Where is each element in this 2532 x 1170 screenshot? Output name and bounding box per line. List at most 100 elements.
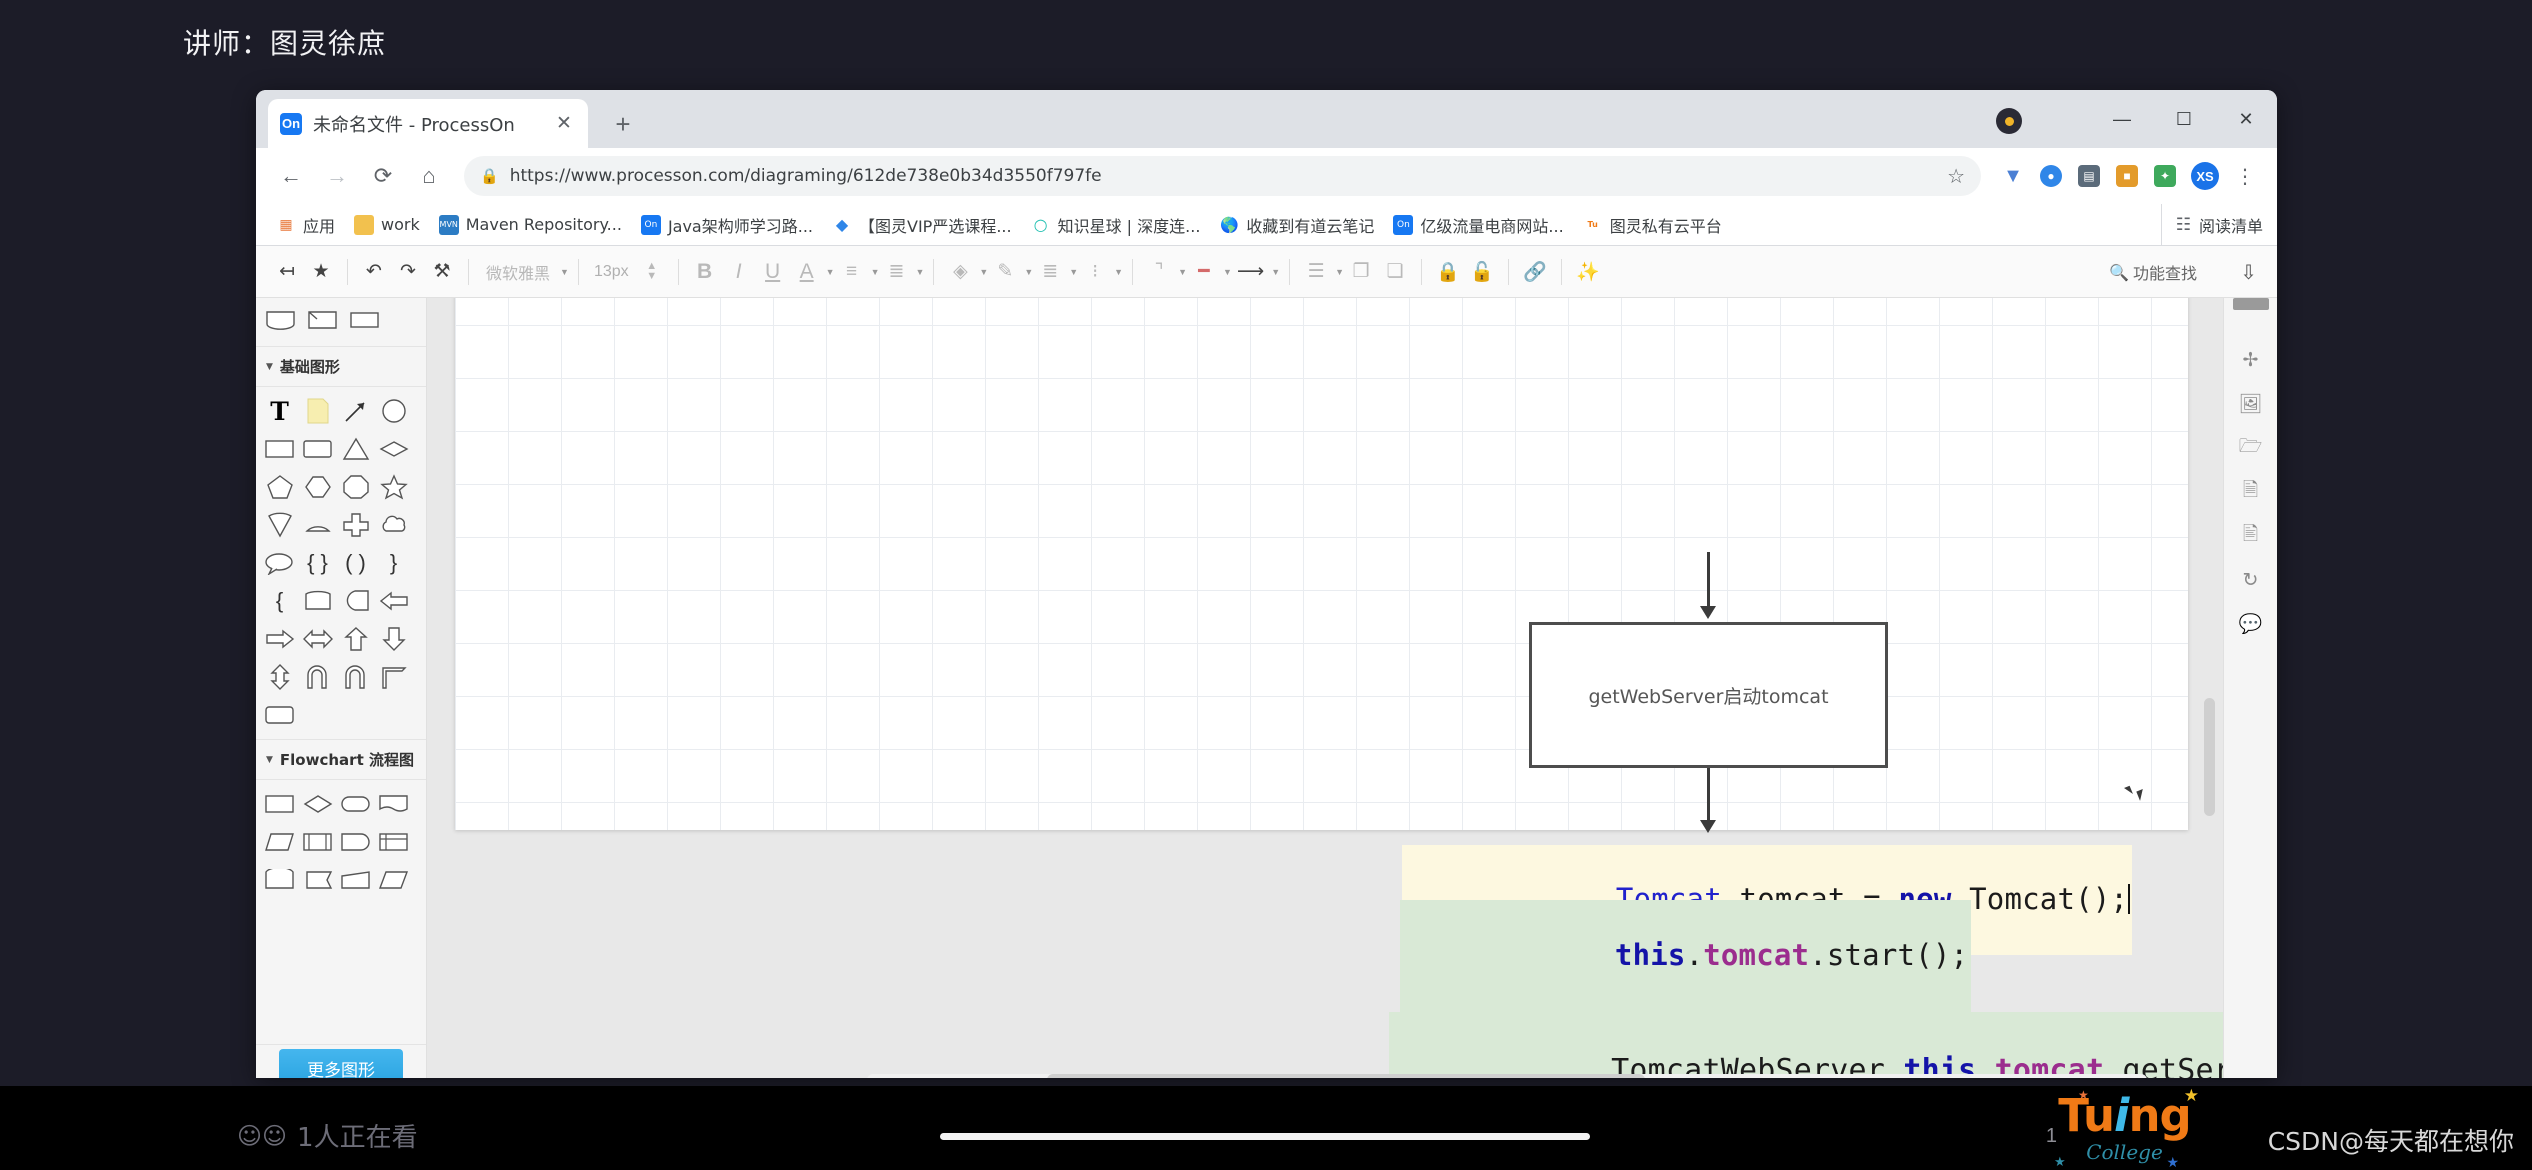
flowchart-stored-data-icon[interactable]	[301, 864, 334, 896]
shape-arc-icon[interactable]	[301, 509, 334, 541]
shape-arrow-down-icon[interactable]	[377, 623, 410, 655]
shape-arrow-line-icon[interactable]	[339, 395, 372, 427]
shape-circle-icon[interactable]	[377, 395, 410, 427]
rail-collapse-handle[interactable]	[2233, 298, 2269, 310]
bookmark-work[interactable]: work	[346, 211, 428, 239]
chevron-down-icon[interactable]: ▼	[1223, 267, 1232, 277]
flowchart-process-icon[interactable]	[263, 788, 296, 820]
undo-icon[interactable]: ↶	[357, 253, 391, 291]
home-icon[interactable]: ⌂	[408, 155, 450, 197]
shape-cylinder-icon[interactable]	[264, 304, 297, 336]
shape-text-icon[interactable]: T	[263, 395, 296, 427]
extension-grid-icon[interactable]: ▤	[2071, 158, 2107, 194]
shape-diamond-icon[interactable]	[377, 433, 410, 465]
reading-list-button[interactable]: ☷ 阅读清单	[2160, 204, 2263, 246]
canvas-horizontal-scrollbar[interactable]	[867, 1074, 2147, 1078]
shape-arrow-up-icon[interactable]	[339, 623, 372, 655]
feature-search-button[interactable]: 🔍 功能查找	[2109, 246, 2197, 298]
lock-button[interactable]: 🔒	[1431, 253, 1465, 291]
bring-forward-button[interactable]: ❐	[1344, 253, 1378, 291]
shape-pentagon-icon[interactable]	[263, 471, 296, 503]
bookmark-turing-vip[interactable]: ◆ 【图灵VIP严选课程...	[824, 209, 1020, 241]
chevron-double-down-icon[interactable]: ⇩	[2240, 246, 2257, 298]
flowchart-decision-icon[interactable]	[301, 788, 334, 820]
flowchart-internal-storage-icon[interactable]	[377, 826, 410, 858]
video-progress-bar[interactable]	[940, 1133, 1590, 1140]
browser-tab-processon[interactable]: On 未命名文件 - ProcessOn ✕	[268, 99, 588, 148]
extension-leaf-icon[interactable]: ✦	[2147, 158, 2183, 194]
shape-bracket-pair-icon[interactable]: ( )	[339, 547, 372, 579]
export-image-icon[interactable]: 🖼	[2234, 390, 2268, 418]
code-text-line-3[interactable]: TomcatWebServer.this.tomcat.getServer().…	[1389, 1012, 2223, 1078]
list-button[interactable]: ≣	[879, 253, 913, 291]
font-size-stepper[interactable]: ▲ ▼	[635, 253, 669, 291]
reload-icon[interactable]: ⟳	[362, 155, 404, 197]
shape-rectangle-icon[interactable]	[263, 433, 296, 465]
address-bar[interactable]: 🔒 https://www.processon.com/diagraming/6…	[464, 156, 1981, 196]
flowchart-terminator-icon[interactable]	[339, 788, 372, 820]
shape-cross-icon[interactable]	[339, 509, 372, 541]
extension-cube-icon[interactable]: ■	[2109, 158, 2145, 194]
forward-icon[interactable]: →	[316, 155, 358, 197]
shape-folded-corner-icon[interactable]	[306, 304, 339, 336]
shape-star-icon[interactable]	[377, 471, 410, 503]
shape-trapezoid-icon[interactable]	[301, 585, 334, 617]
flowchart-predefined-process-icon[interactable]	[301, 826, 334, 858]
flowchart-node-getwebserver[interactable]: getWebServer启动tomcat	[1529, 622, 1888, 768]
chevron-down-icon[interactable]: ▼	[1178, 267, 1187, 277]
line-weight-button[interactable]: ≣	[1033, 253, 1067, 291]
back-icon[interactable]: ←	[270, 155, 312, 197]
shape-rect-icon[interactable]	[348, 304, 381, 336]
chevron-down-icon[interactable]: ▼	[826, 267, 835, 277]
magic-wand-button[interactable]: ✨	[1571, 253, 1605, 291]
shape-arrow-double-vertical-icon[interactable]	[263, 661, 296, 693]
font-color-button[interactable]: A	[790, 253, 824, 291]
canvas-vertical-scrollbar[interactable]	[2204, 698, 2215, 816]
fill-color-button[interactable]: ◈	[943, 253, 977, 291]
shape-library-scroll[interactable]: ▼ 基础图形 T {} ()} {▼ Flowchart 流程图	[256, 298, 426, 1044]
profile-avatar[interactable]: XS	[2191, 162, 2219, 190]
extension-badge-icon[interactable]	[1996, 108, 2022, 134]
bookmark-java-architect[interactable]: On Java架构师学习路...	[633, 209, 821, 241]
close-window-button[interactable]: ✕	[2215, 90, 2277, 148]
bookmark-zsxq[interactable]: ○ 知识星球 | 深度连...	[1023, 209, 1209, 241]
shape-section-flowchart[interactable]: ▼ Flowchart 流程图	[256, 739, 426, 780]
bookmark-ecommerce-site[interactable]: On 亿级流量电商网站...	[1385, 209, 1571, 241]
font-size-input[interactable]: 13px	[588, 263, 635, 281]
page-outline-icon[interactable]: 🖹	[2234, 522, 2268, 550]
history-icon[interactable]: ↻	[2234, 566, 2268, 594]
shape-u-turn-arrow-icon[interactable]	[301, 661, 334, 693]
shape-half-round-icon[interactable]	[339, 585, 372, 617]
flowchart-manual-operation-icon[interactable]	[263, 864, 296, 896]
new-tab-button[interactable]: +	[602, 103, 644, 145]
italic-button[interactable]: I	[722, 253, 756, 291]
shape-arrow-double-horizontal-icon[interactable]	[301, 623, 334, 655]
shape-cloud-icon[interactable]	[377, 509, 410, 541]
diagram-page[interactable]: getWebServer启动tomcat Tomcat tomcat = new…	[455, 298, 2223, 1078]
browser-menu-icon[interactable]: ⋮	[2227, 158, 2263, 194]
shape-curly-brace-pair-icon[interactable]: { }	[301, 547, 334, 579]
shape-brace-left-icon[interactable]: {	[263, 585, 296, 617]
unlock-button[interactable]: 🔓	[1465, 253, 1499, 291]
line-start-button[interactable]: ━	[1187, 253, 1221, 291]
chevron-down-icon[interactable]: ▼	[1114, 267, 1123, 277]
shape-arrow-left-icon[interactable]	[377, 585, 410, 617]
chevron-down-icon[interactable]: ▼	[560, 267, 569, 277]
close-tab-icon[interactable]: ✕	[552, 112, 576, 136]
line-color-button[interactable]: ✎	[988, 253, 1022, 291]
maximize-button[interactable]: ☐	[2153, 90, 2215, 148]
bookmark-youdao-note[interactable]: 🌎 收藏到有道云笔记	[1211, 209, 1382, 241]
shape-section-basic[interactable]: ▼ 基础图形	[256, 346, 426, 387]
layers-icon[interactable]: 🗎	[2234, 478, 2268, 506]
undo-arrow-icon[interactable]: ↤	[270, 253, 304, 291]
code-text-line-2[interactable]: this.tomcat.start();	[1400, 900, 1972, 1012]
underline-button[interactable]: U	[756, 253, 790, 291]
redo-icon[interactable]: ↷	[391, 253, 425, 291]
shape-triangle-icon[interactable]	[339, 433, 372, 465]
diagram-canvas[interactable]: getWebServer启动tomcat Tomcat tomcat = new…	[427, 298, 2223, 1078]
bookmark-star-icon[interactable]: ☆	[1947, 164, 1965, 189]
bookmark-turing-cloud[interactable]: Tu 图灵私有云平台	[1575, 209, 1730, 241]
align-objects-button[interactable]: ☰	[1299, 253, 1333, 291]
text-align-button[interactable]: ≡	[835, 253, 869, 291]
scrollbar-thumb[interactable]	[1047, 1074, 1645, 1078]
